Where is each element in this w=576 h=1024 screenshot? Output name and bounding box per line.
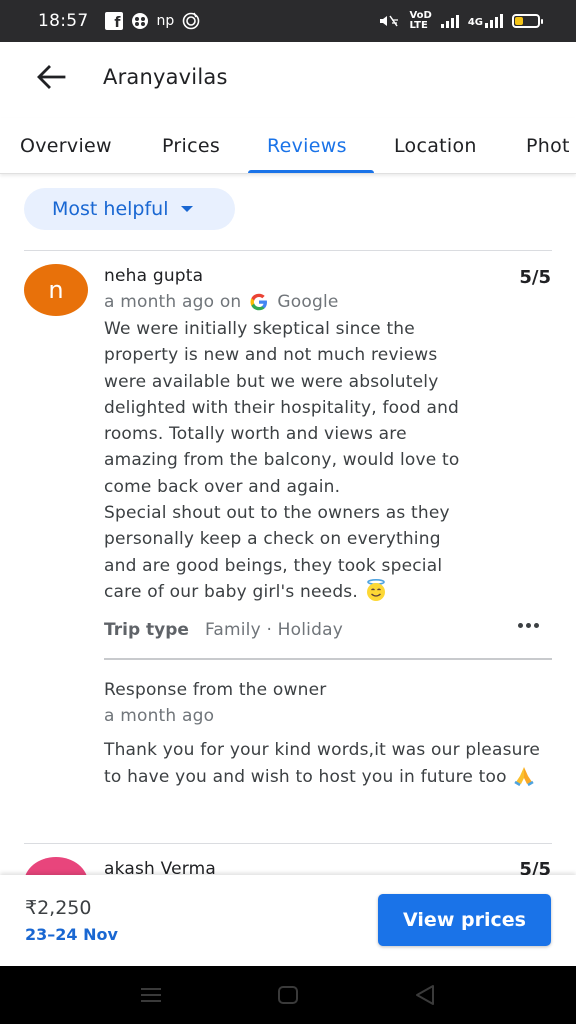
app-header: Aranyavilas [0,42,576,112]
view-prices-button[interactable]: View prices [378,894,551,946]
avatar[interactable]: n [24,264,88,316]
divider [24,843,552,844]
battery-level [515,17,523,25]
page-title: Aranyavilas [103,65,228,89]
owner-response-time: a month ago [104,706,215,726]
divider [104,658,552,660]
arrow-left-icon [37,65,66,89]
folded-hands-emoji [514,766,534,786]
owner-response-body: Thank you for your kind words,it was our… [104,740,541,787]
tab-reviews[interactable]: Reviews [267,118,347,173]
caret-down-icon [180,206,193,212]
divider [24,250,552,251]
review-source: Google [277,292,339,312]
tab-bar: Overview Prices Reviews Location Phot [0,118,576,174]
price: ₹2,250 [25,897,92,919]
system-icons: VoD LTE 4G [378,10,543,31]
navigation-bar [0,966,576,1024]
vo-lte-icon: VoD LTE [409,10,432,31]
sort-dropdown[interactable]: Most helpful [24,188,235,230]
tab-photos[interactable]: Phot [526,118,570,173]
signal-icon [440,14,459,28]
active-tab-indicator [248,170,374,173]
status-bar: 18:57 f np VoD LTE 4G [0,0,576,42]
review-body: We were initially skeptical since the pr… [104,319,460,602]
review-meta: a month ago on Google [104,292,339,312]
more-options-button[interactable] [508,614,548,636]
owner-response-title: Response from the owner [104,680,327,700]
tab-location[interactable]: Location [394,118,477,173]
review-text: We were initially skeptical since the pr… [104,316,544,605]
trip-type-value: Family · Holiday [204,620,343,640]
owner-response-text: Thank you for your kind words,it was our… [104,737,554,790]
sort-label: Most helpful [52,198,169,220]
np-icon: np [156,13,175,29]
stay-dates[interactable]: 23–24 Nov [25,925,118,944]
home-icon[interactable] [277,985,299,1005]
menu-icon[interactable] [140,986,162,1004]
trip-type-label: Trip type [104,620,189,640]
facebook-icon: f [104,12,123,30]
review-rating: 5/5 [519,267,551,288]
tab-overview[interactable]: Overview [20,118,112,173]
reviewer-name[interactable]: neha gupta [104,266,203,286]
back-icon[interactable] [414,984,436,1006]
google-icon [250,293,268,311]
game-icon [131,13,148,29]
smiling-halo-emoji [366,578,385,601]
battery-icon [512,14,543,28]
signal-4g-icon: 4G [468,14,503,28]
notification-icons: f np [104,12,201,30]
music-icon [182,12,200,30]
trip-type: Trip type Family · Holiday [104,620,343,640]
back-button[interactable] [23,49,79,105]
tab-prices[interactable]: Prices [162,118,220,173]
booking-bar: ₹2,250 23–24 Nov View prices [0,875,576,966]
review-time: a month ago on [104,292,242,312]
status-time: 18:57 [38,11,89,31]
mute-icon [380,15,399,27]
more-dot-icon [517,622,523,628]
